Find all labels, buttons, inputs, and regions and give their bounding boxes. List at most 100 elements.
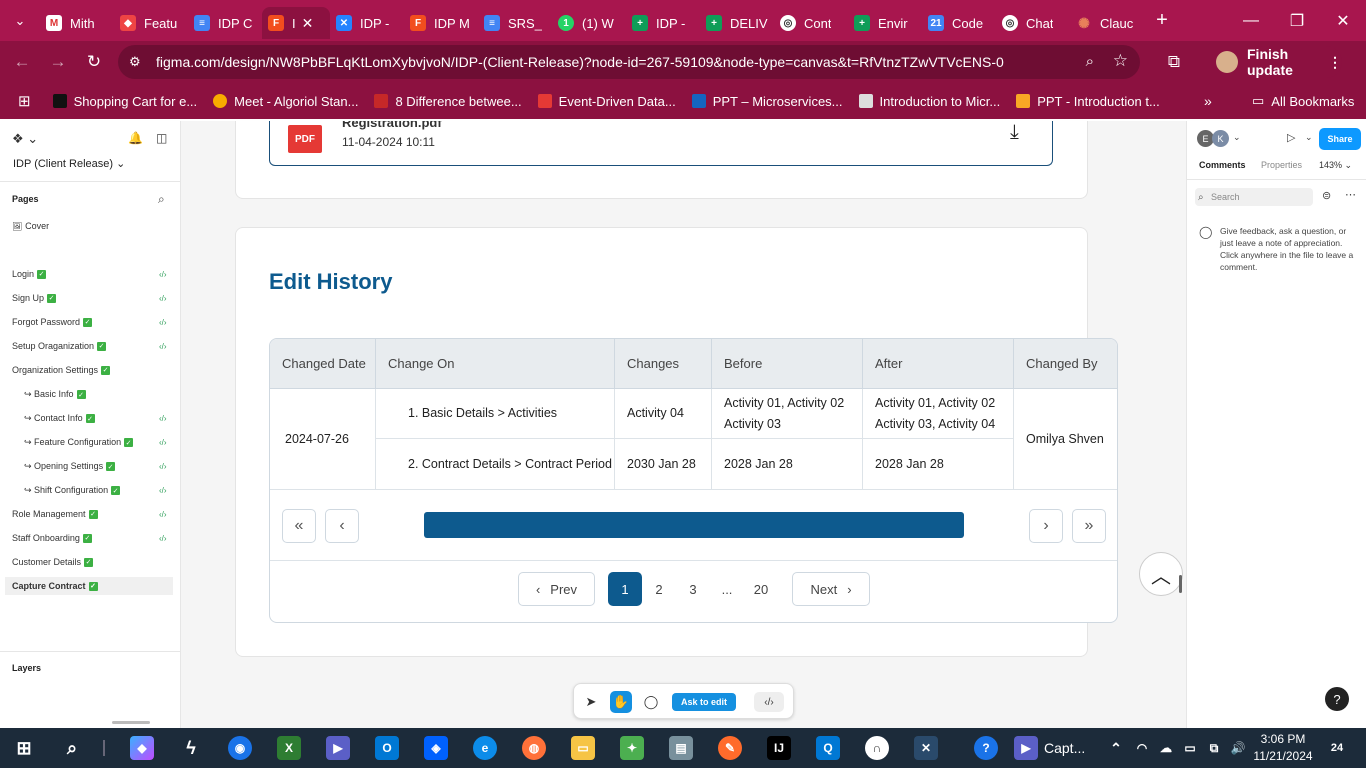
tab-gmail[interactable]: M Mith (40, 7, 114, 39)
page-basic-info[interactable]: ↪ Basic Info ✓ (24, 389, 86, 400)
tab-properties[interactable]: Properties (1261, 160, 1302, 170)
finish-update-button[interactable]: Finish update ⋮ (1247, 46, 1342, 78)
postman-icon[interactable]: ✎ (718, 736, 742, 760)
hand-tool-icon[interactable]: ✋ (610, 691, 632, 713)
toggle-panel-icon[interactable]: ◫ (156, 131, 167, 145)
capture-app-icon[interactable]: ▶ (1014, 736, 1038, 760)
scroll-last-icon[interactable]: » (1072, 509, 1106, 543)
help-app-icon[interactable]: ? (974, 736, 998, 760)
bookmark-star-icon[interactable]: ☆ (1113, 51, 1128, 71)
scroll-first-icon[interactable]: « (282, 509, 316, 543)
help-icon[interactable]: ? (1325, 687, 1349, 711)
comment-tool-icon[interactable]: ◯ (640, 691, 662, 713)
page-opening-settings[interactable]: ↪ Opening Settings ✓ (24, 461, 116, 472)
profile-avatar[interactable] (1216, 51, 1238, 73)
tab-search-icon[interactable]: ⌄ (6, 7, 34, 35)
firefox-icon[interactable]: ◍ (522, 736, 546, 760)
copilot-icon[interactable]: ◆ (130, 736, 154, 760)
page-login[interactable]: Login ✓ (12, 269, 47, 279)
page-1[interactable]: 1 (608, 572, 642, 606)
scroll-right-icon[interactable]: › (1029, 509, 1063, 543)
notifications-icon[interactable]: 24 (1325, 736, 1349, 760)
app-icon[interactable]: Q (816, 736, 840, 760)
bookmark-item[interactable]: PPT – Microservices... (691, 94, 843, 109)
reload-icon[interactable]: ↻ (76, 44, 112, 80)
file-name[interactable]: IDP (Client Release) ⌄ (13, 157, 125, 170)
volume-icon[interactable]: 🔊 (1226, 736, 1250, 760)
clock[interactable]: 3:06 PM 11/21/2024 (1252, 731, 1314, 765)
chrome-icon[interactable]: ◉ (228, 736, 252, 760)
forward-icon[interactable]: → (40, 44, 76, 80)
search-icon[interactable]: ⌕ (60, 736, 84, 760)
zoom-icon[interactable]: ⌕ (1086, 53, 1094, 70)
zoom-level[interactable]: 143% ⌄ (1319, 160, 1352, 171)
scroll-to-top-button[interactable]: ︿ (1139, 552, 1183, 596)
avatar[interactable]: K (1212, 130, 1229, 147)
bookmark-item[interactable]: Shopping Cart for e... (52, 94, 197, 109)
page-3[interactable]: 3 (676, 572, 710, 606)
close-window-icon[interactable]: ✕ (1320, 0, 1366, 41)
tab-cont[interactable]: ◎ Cont (774, 7, 848, 39)
app-icon[interactable]: ✦ (620, 736, 644, 760)
chevron-down-icon[interactable]: ⌄ (1305, 132, 1313, 143)
move-tool-icon[interactable]: ➤ (580, 691, 602, 713)
figma-menu-icon[interactable]: ❖ ⌄ (12, 131, 38, 147)
capture-app-label[interactable]: Capt... (1044, 740, 1085, 756)
next-page-button[interactable]: Next › (792, 572, 870, 606)
new-tab-icon[interactable]: + (1148, 7, 1176, 35)
page-shift-configuration[interactable]: ↪ Shift Configuration ✓ (24, 485, 121, 496)
display-icon[interactable]: ⧉ (1202, 736, 1226, 760)
page-customer-details[interactable]: Customer Details ✓ (12, 557, 94, 567)
page-sign-up[interactable]: Sign Up ✓ (12, 293, 57, 303)
figma-canvas[interactable]: PDF Registration.pdf 11-04-2024 10:11 ⤓ … (181, 121, 1186, 728)
more-bookmarks-icon[interactable]: » (1204, 93, 1212, 109)
wifi-icon[interactable]: ◠ (1130, 736, 1154, 760)
prev-page-button[interactable]: ‹ Prev (518, 572, 595, 606)
more-options-icon[interactable]: ⋯ (1345, 188, 1356, 201)
app-icon[interactable]: ✕ (914, 736, 938, 760)
excel-icon[interactable]: X (277, 736, 301, 760)
tab-idp-doc[interactable]: ≡ IDP C (188, 7, 262, 39)
apps-grid-icon[interactable]: ⊞ (18, 92, 31, 110)
url-field[interactable]: ⚙ figma.com/design/NW8PbBFLqKtLomXybvjvo… (118, 45, 1140, 79)
battery-icon[interactable]: ▭ (1178, 736, 1202, 760)
cloud-icon[interactable]: ☁ (1154, 736, 1178, 760)
tab-chat[interactable]: ◎ Chat (996, 7, 1070, 39)
bookmark-item[interactable]: Meet - Algoriol Stan... (213, 94, 358, 109)
tab-idp-figma[interactable]: F IDP M (404, 7, 478, 39)
search-pages-icon[interactable]: ⌕ (158, 192, 165, 207)
tab-envir[interactable]: + Envir (848, 7, 922, 39)
page-contact-info[interactable]: ↪ Contact Info ✓ (24, 413, 95, 424)
site-info-icon[interactable]: ⚙ (129, 54, 141, 70)
all-bookmarks[interactable]: ▭ All Bookmarks (1252, 93, 1354, 109)
page-role-management[interactable]: Role Management ✓ (12, 509, 98, 519)
page-feature-configuration[interactable]: ↪ Feature Configuration ✓ (24, 437, 134, 448)
notification-icon[interactable]: 🔔 (128, 131, 143, 145)
close-tab-icon[interactable]: ✕ (302, 15, 314, 32)
dev-mode-toggle-icon[interactable]: ‹/› (754, 692, 784, 712)
bookmark-item[interactable]: Introduction to Micr... (858, 94, 1000, 109)
outlook-icon[interactable]: O (375, 736, 399, 760)
comments-search-input[interactable]: ⌕ Search (1195, 188, 1313, 206)
tab-comments[interactable]: Comments (1199, 160, 1246, 170)
filter-icon[interactable]: ⊜ (1322, 189, 1331, 202)
ask-to-edit-button[interactable]: Ask to edit (672, 693, 736, 711)
page-2[interactable]: 2 (642, 572, 676, 606)
app-icon[interactable]: ▤ (669, 736, 693, 760)
page-20[interactable]: 20 (744, 572, 778, 606)
tab-code[interactable]: 21 Code (922, 7, 996, 39)
bookmark-item[interactable]: PPT - Introduction t... (1016, 94, 1160, 109)
app-icon[interactable]: ϟ (179, 736, 203, 760)
page-organization-settings[interactable]: Organization Settings ✓ (12, 365, 111, 375)
chevron-down-icon[interactable]: ⌄ (1233, 132, 1241, 143)
dropbox-icon[interactable]: ◈ (424, 736, 448, 760)
minimize-icon[interactable]: — (1228, 0, 1274, 41)
page-forgot-password[interactable]: Forgot Password ✓ (12, 317, 93, 327)
intellij-icon[interactable]: IJ (767, 736, 791, 760)
panel-scrollbar[interactable] (112, 721, 150, 724)
page-capture-contract[interactable]: Capture Contract ✓ (5, 577, 173, 595)
bookmark-item[interactable]: Event-Driven Data... (537, 94, 676, 109)
page-staff-onboarding[interactable]: Staff Onboarding ✓ (12, 533, 92, 543)
tab-idp-jira[interactable]: ✕ IDP - (330, 7, 404, 39)
download-icon[interactable]: ⤓ (1010, 121, 1019, 144)
